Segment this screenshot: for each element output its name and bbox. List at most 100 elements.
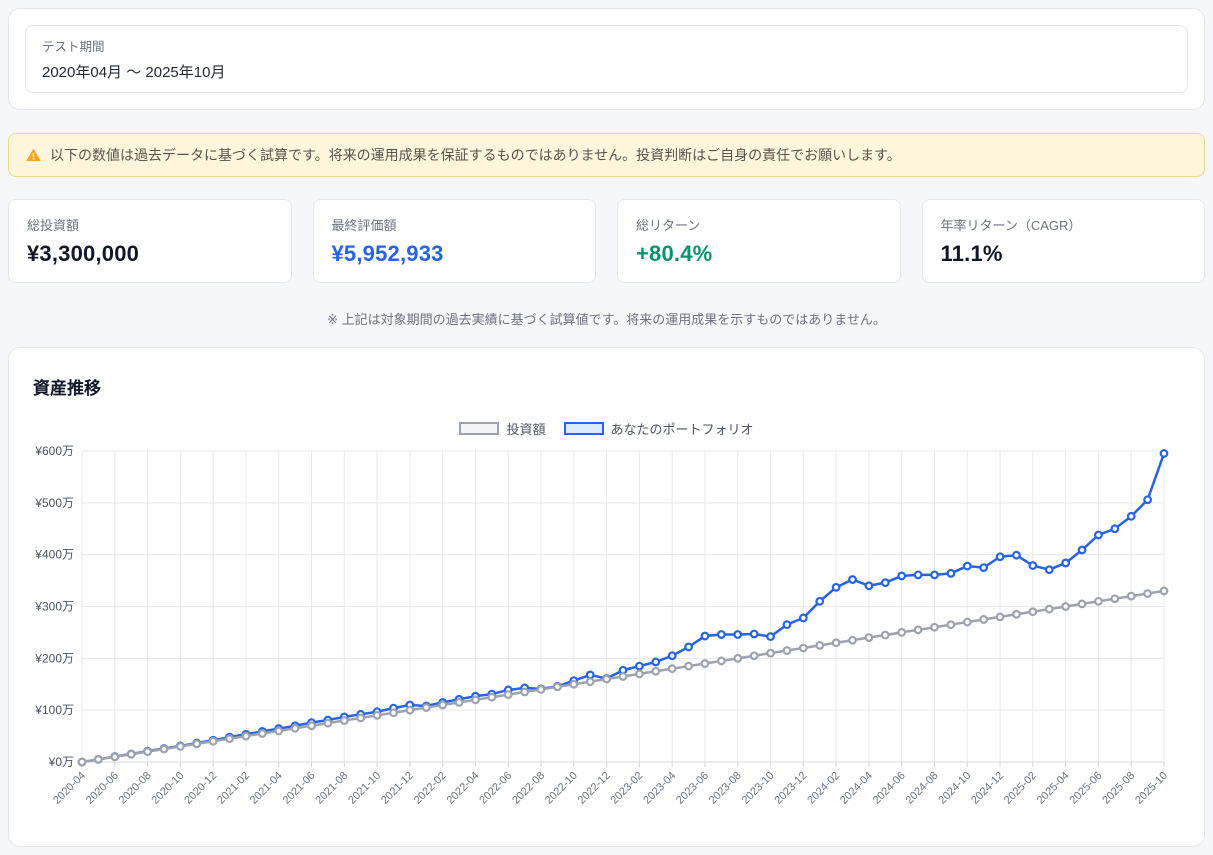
data-point <box>864 581 874 591</box>
data-point <box>848 575 857 584</box>
data-point <box>749 651 759 661</box>
data-point <box>1061 602 1071 611</box>
data-point <box>1110 594 1120 604</box>
stat-value: +80.4% <box>636 241 713 266</box>
data-point <box>192 739 202 749</box>
data-point <box>1012 550 1021 560</box>
data-point <box>1126 511 1136 521</box>
data-point <box>995 612 1005 622</box>
svg-text:2024-04: 2024-04 <box>838 770 875 807</box>
data-point <box>372 710 382 720</box>
stats-row: 総投資額 ¥3,300,000 最終評価額 ¥5,952,933 総リターン +… <box>8 199 1205 283</box>
stat-card-total-investment: 総投資額 ¥3,300,000 <box>8 199 292 283</box>
data-point <box>126 749 136 759</box>
data-point <box>946 568 956 578</box>
svg-text:¥300万: ¥300万 <box>34 600 74 614</box>
data-point <box>651 657 661 667</box>
data-point <box>716 656 726 666</box>
data-point <box>782 646 792 655</box>
data-point <box>454 697 464 707</box>
data-point <box>684 661 693 671</box>
data-point <box>536 685 546 694</box>
data-point <box>979 563 989 573</box>
data-point <box>700 659 710 668</box>
svg-text:2022-10: 2022-10 <box>543 770 580 807</box>
svg-text:2020-12: 2020-12 <box>182 770 219 807</box>
data-point <box>389 708 398 718</box>
data-point <box>700 631 710 641</box>
data-point <box>766 648 775 658</box>
data-point <box>241 731 251 741</box>
svg-text:2024-10: 2024-10 <box>936 770 973 807</box>
data-point <box>1012 609 1021 619</box>
data-point <box>667 651 677 661</box>
svg-text:2020-10: 2020-10 <box>149 770 186 807</box>
data-point <box>815 640 825 650</box>
data-point <box>1044 565 1054 575</box>
svg-text:2021-04: 2021-04 <box>248 770 285 807</box>
stats-footnote: ※ 上記は対象期間の過去実績に基づく試算値です。将来の運用成果を示すものではあり… <box>327 312 886 327</box>
data-point <box>290 723 300 733</box>
test-period-value: 2020年04月 〜 2025年10月 <box>42 64 226 81</box>
data-point <box>913 570 923 580</box>
data-point <box>733 630 743 639</box>
svg-text:¥500万: ¥500万 <box>34 496 74 510</box>
data-point <box>1110 524 1120 534</box>
data-point <box>1094 596 1103 606</box>
data-point <box>1061 558 1071 568</box>
svg-text:¥400万: ¥400万 <box>34 548 74 562</box>
data-point <box>897 571 907 581</box>
data-point <box>1143 589 1153 598</box>
disclaimer-text: 以下の数値は過去データに基づく試算です。将来の運用成果を保証するものではありませ… <box>50 147 901 163</box>
data-point <box>831 638 841 648</box>
asset-chart[interactable]: 2020-04 2020-06 2020-08 2020-10 2020-12 2021-… <box>33 442 1180 825</box>
data-point <box>733 653 743 663</box>
stat-label: 総リターン <box>636 218 701 233</box>
data-point <box>684 642 693 652</box>
data-point <box>749 629 759 639</box>
data-point <box>995 552 1005 562</box>
svg-text:2023-08: 2023-08 <box>707 770 744 807</box>
data-point <box>405 705 415 715</box>
data-point <box>1028 607 1038 617</box>
data-point <box>651 666 661 676</box>
svg-text:2022-12: 2022-12 <box>576 770 613 807</box>
data-point <box>503 690 513 700</box>
data-point <box>880 578 890 588</box>
legend-item[interactable]: あなたのポートフォリオ <box>563 419 754 438</box>
legend-swatch <box>459 422 500 435</box>
svg-text:2020-06: 2020-06 <box>84 770 121 807</box>
data-point <box>553 682 562 692</box>
data-point <box>667 664 677 674</box>
data-point <box>175 742 185 751</box>
svg-text:2021-06: 2021-06 <box>281 770 318 807</box>
data-point <box>913 625 923 635</box>
data-point <box>618 672 628 681</box>
data-point <box>77 757 87 767</box>
data-point <box>225 734 234 744</box>
data-point <box>815 596 825 606</box>
svg-text:2023-06: 2023-06 <box>674 770 711 807</box>
svg-text:2023-02: 2023-02 <box>608 770 645 807</box>
data-point <box>880 630 890 640</box>
data-point <box>1077 545 1087 555</box>
stat-label: 最終評価額 <box>331 218 397 233</box>
series-line <box>81 453 1166 764</box>
data-point <box>1159 449 1169 458</box>
data-point <box>471 695 480 705</box>
data-point <box>438 700 448 710</box>
stat-card-cagr: 年率リターン（CAGR） 11.1% <box>921 199 1205 283</box>
data-point <box>274 726 284 736</box>
data-point <box>520 687 530 697</box>
svg-text:2021-02: 2021-02 <box>215 770 252 807</box>
svg-text:2024-12: 2024-12 <box>969 770 1006 807</box>
svg-text:¥100万: ¥100万 <box>34 703 74 717</box>
data-point <box>421 703 431 712</box>
data-point <box>585 670 595 680</box>
disclaimer-banner: 以下の数値は過去データに基づく試算です。将来の運用成果を保証するものではありませ… <box>8 133 1205 177</box>
legend-item[interactable]: 投資額 <box>459 419 546 438</box>
stat-label: 総投資額 <box>27 218 80 233</box>
data-point <box>962 617 972 627</box>
stat-label: 年率リターン（CAGR） <box>940 218 1082 233</box>
stat-value: ¥5,952,933 <box>331 241 444 266</box>
